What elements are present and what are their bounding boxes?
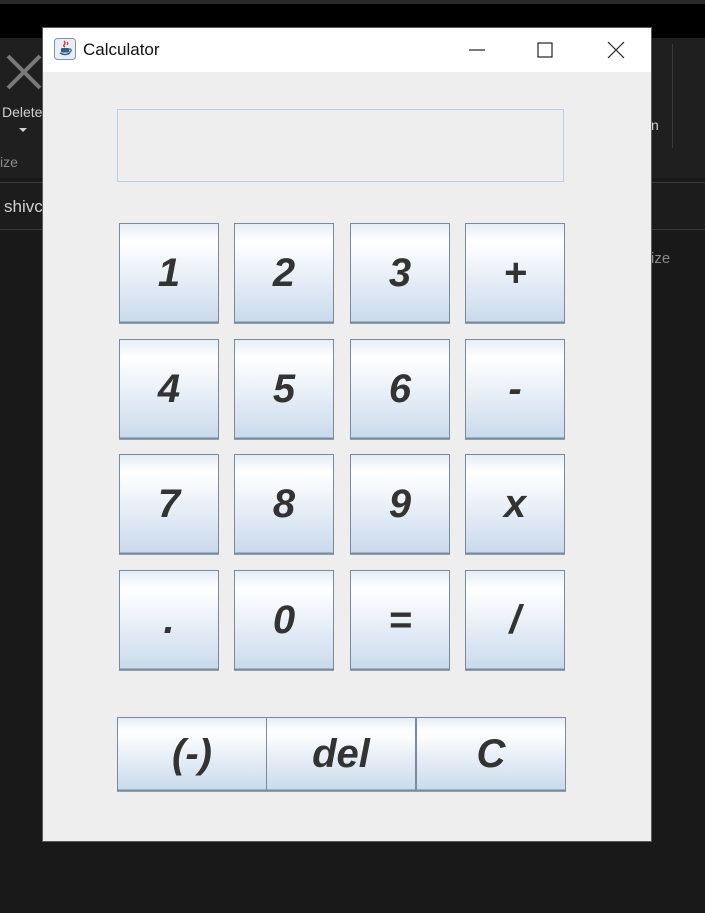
key-4-button[interactable]: 4 [119, 339, 219, 439]
chevron-down-icon[interactable] [19, 128, 27, 132]
minimize-icon [469, 49, 485, 51]
key-3-button[interactable]: 3 [350, 223, 450, 323]
address-bar-text[interactable]: shivc [4, 197, 43, 217]
key-1-button[interactable]: 1 [119, 223, 219, 323]
equals-button[interactable]: = [350, 570, 450, 670]
close-button[interactable] [593, 28, 639, 72]
divide-button[interactable]: / [465, 570, 565, 670]
key-8-button[interactable]: 8 [234, 454, 334, 554]
background-ribbon-divider [672, 44, 673, 148]
ribbon-delete-label[interactable]: Delete [2, 104, 42, 120]
window-titlebar[interactable]: Calculator [43, 28, 651, 72]
decimal-point-button[interactable]: . [119, 570, 219, 670]
multiply-button[interactable]: x [465, 454, 565, 554]
ribbon-right-partial-label: n [651, 117, 659, 133]
java-app-icon [54, 38, 76, 60]
clear-button[interactable]: C [416, 717, 566, 791]
calculator-window: Calculator 1 2 3 + 4 5 6 - 7 8 9 x . 0 =… [43, 28, 651, 841]
column-header-size[interactable]: ize [651, 250, 670, 267]
subtract-button[interactable]: - [465, 339, 565, 439]
key-9-button[interactable]: 9 [350, 454, 450, 554]
desktop: Delete ize n shivc ize Calculator 1 2 3 … [0, 0, 705, 913]
calculator-display[interactable] [117, 109, 564, 182]
key-0-button[interactable]: 0 [234, 570, 334, 670]
delete-icon[interactable] [4, 52, 44, 92]
key-6-button[interactable]: 6 [350, 339, 450, 439]
key-7-button[interactable]: 7 [119, 454, 219, 554]
delete-button[interactable]: del [266, 717, 416, 791]
negate-button[interactable]: (-) [117, 717, 267, 791]
ribbon-group-label: ize [0, 154, 18, 170]
window-title: Calculator [83, 40, 160, 59]
add-button[interactable]: + [465, 223, 565, 323]
close-icon [607, 41, 625, 59]
key-5-button[interactable]: 5 [234, 339, 334, 439]
maximize-icon [537, 42, 553, 58]
key-2-button[interactable]: 2 [234, 223, 334, 323]
maximize-button[interactable] [522, 28, 568, 72]
minimize-button[interactable] [454, 28, 500, 72]
